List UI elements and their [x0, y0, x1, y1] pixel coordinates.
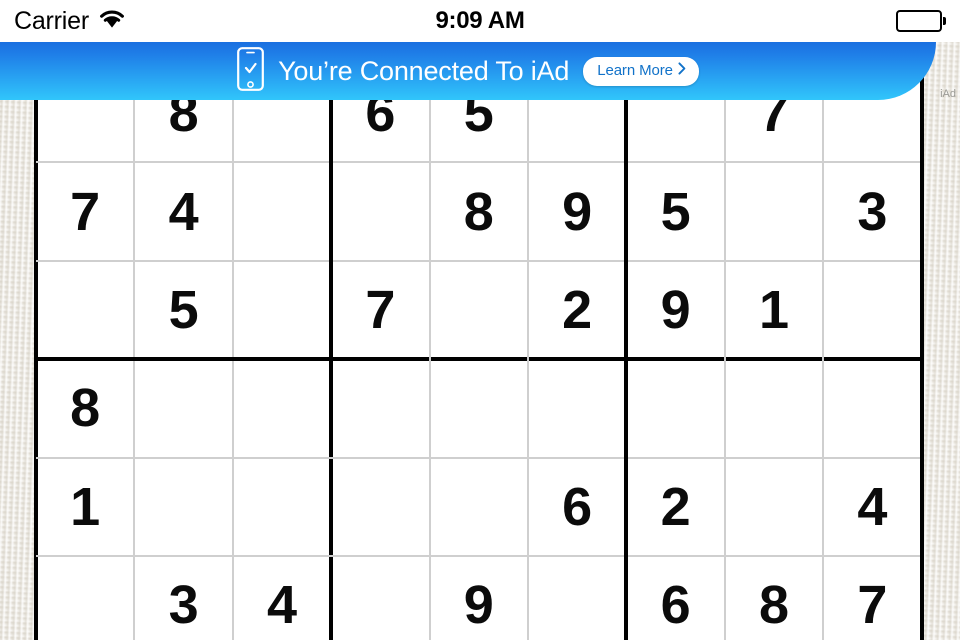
phone-check-icon: [237, 46, 264, 96]
grid-line-thick-vertical: [919, 64, 924, 640]
sudoku-cell-empty[interactable]: [233, 162, 331, 260]
iad-attribution-label: iAd: [940, 88, 956, 100]
sudoku-cell-filled[interactable]: 2: [626, 458, 724, 556]
sudoku-cell-filled[interactable]: 2: [528, 261, 626, 359]
sudoku-cell-empty[interactable]: [528, 556, 626, 640]
sudoku-cell-empty[interactable]: [331, 359, 429, 457]
iad-banner-text: You’re Connected To iAd: [278, 55, 570, 86]
sudoku-cell-filled[interactable]: 8: [430, 162, 528, 260]
grid-line-thin-vertical: [527, 64, 529, 640]
sudoku-cell-filled[interactable]: 7: [331, 261, 429, 359]
sudoku-cell-filled[interactable]: 5: [134, 261, 232, 359]
sudoku-cell-filled[interactable]: 8: [36, 359, 134, 457]
grid-line-thick-vertical: [34, 64, 38, 640]
sudoku-cell-filled[interactable]: 4: [823, 458, 921, 556]
sudoku-cell-empty[interactable]: [331, 458, 429, 556]
sudoku-cell-empty[interactable]: [725, 359, 823, 457]
grid-line-thin-horizontal: [36, 259, 924, 262]
sudoku-cell-filled[interactable]: 6: [528, 458, 626, 556]
sudoku-cell-empty[interactable]: [331, 556, 429, 640]
sudoku-cell-empty[interactable]: [331, 162, 429, 260]
app-screen: 86577489535729181624349687 You’re Connec…: [0, 0, 960, 640]
battery-body: [895, 10, 942, 32]
grid-line-thin-horizontal: [36, 456, 924, 459]
sudoku-cell-empty[interactable]: [528, 359, 626, 457]
sudoku-cell-empty[interactable]: [134, 359, 232, 457]
sudoku-cell-filled[interactable]: 3: [823, 162, 921, 260]
sudoku-cell-empty[interactable]: [823, 261, 921, 359]
grid-line-thin-vertical: [723, 64, 726, 640]
iad-banner[interactable]: You’re Connected To iAd Learn More: [0, 42, 936, 100]
battery-indicator: [895, 0, 946, 42]
status-bar: Carrier 9:09 AM: [0, 0, 960, 42]
sudoku-cell-empty[interactable]: [233, 261, 331, 359]
sudoku-cell-empty[interactable]: [725, 458, 823, 556]
battery-cap: [943, 17, 946, 25]
sudoku-cell-filled[interactable]: 9: [528, 162, 626, 260]
status-bar-clock: 9:09 AM: [0, 0, 960, 42]
grid-line-thick-horizontal: [36, 357, 924, 362]
sudoku-cell-empty[interactable]: [134, 458, 232, 556]
grid-line-thin-vertical: [428, 64, 431, 640]
sudoku-cell-filled[interactable]: 7: [36, 162, 134, 260]
grid-line-thin-horizontal: [36, 555, 924, 557]
grid-line-thick-vertical: [329, 64, 334, 640]
iad-banner-content: You’re Connected To iAd Learn More: [0, 42, 936, 100]
sudoku-cell-empty[interactable]: [430, 359, 528, 457]
learn-more-button[interactable]: Learn More: [583, 56, 699, 86]
sudoku-cell-filled[interactable]: 9: [626, 261, 724, 359]
sudoku-cell-filled[interactable]: 9: [430, 556, 528, 640]
sudoku-cell-empty[interactable]: [626, 359, 724, 457]
sudoku-cell-filled[interactable]: 3: [134, 556, 232, 640]
sudoku-cell-empty[interactable]: [36, 261, 134, 359]
sudoku-cell-filled[interactable]: 1: [36, 458, 134, 556]
sudoku-cell-filled[interactable]: 8: [725, 556, 823, 640]
sudoku-cell-filled[interactable]: 7: [823, 556, 921, 640]
sudoku-cell-filled[interactable]: 4: [233, 556, 331, 640]
learn-more-label: Learn More: [597, 62, 673, 79]
grid-line-thin-vertical: [231, 64, 234, 640]
sudoku-board[interactable]: 86577489535729181624349687: [34, 62, 924, 640]
clock-label: 9:09 AM: [435, 7, 525, 34]
sudoku-cell-empty[interactable]: [430, 458, 528, 556]
sudoku-cell-filled[interactable]: 1: [725, 261, 823, 359]
grid-line-thin-vertical: [133, 64, 136, 640]
sudoku-cell-empty[interactable]: [823, 359, 921, 457]
sudoku-cell-filled[interactable]: 6: [626, 556, 724, 640]
sudoku-cell-filled[interactable]: 5: [626, 162, 724, 260]
sudoku-cell-empty[interactable]: [430, 261, 528, 359]
sudoku-cell-empty[interactable]: [233, 359, 331, 457]
grid-line-thin-vertical: [822, 64, 825, 640]
sudoku-cell-empty[interactable]: [36, 556, 134, 640]
sudoku-cell-empty[interactable]: [233, 458, 331, 556]
grid-line-thick-vertical: [624, 64, 629, 640]
sudoku-cell-filled[interactable]: 4: [134, 162, 232, 260]
grid-line-thin-horizontal: [36, 161, 924, 164]
sudoku-cell-empty[interactable]: [725, 162, 823, 260]
chevron-right-icon: [678, 61, 686, 80]
